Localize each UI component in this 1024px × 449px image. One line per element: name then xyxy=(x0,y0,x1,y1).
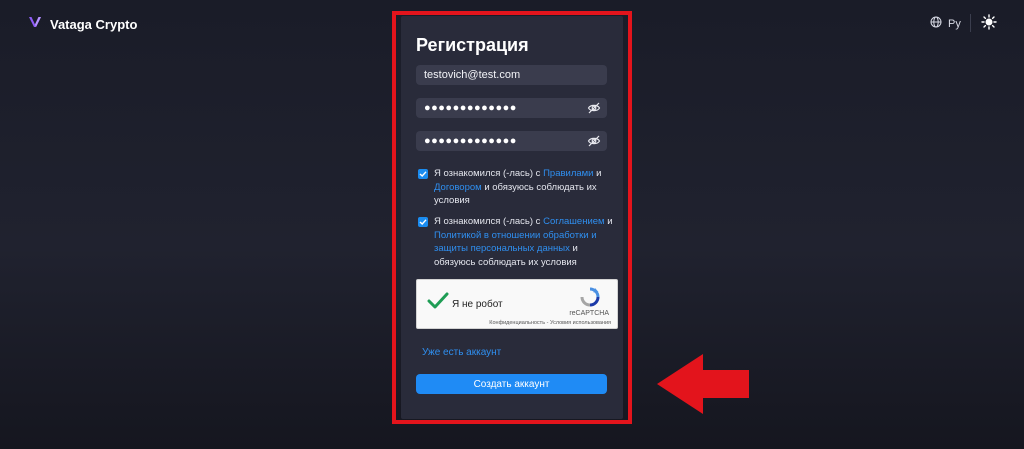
checkmark-icon xyxy=(427,292,449,309)
header-divider xyxy=(970,14,971,32)
password-mask: ●●●●●●●●●●●●● xyxy=(424,102,517,114)
page-title: Регистрация xyxy=(416,35,529,55)
agreement-link[interactable]: Соглашением xyxy=(543,216,605,227)
eye-off-icon[interactable] xyxy=(587,101,601,118)
recaptcha-widget: Я не робот reCAPTCHA Конфиденциальность … xyxy=(416,279,618,329)
confirm-password-mask: ●●●●●●●●●●●●● xyxy=(424,135,517,147)
agreement-privacy-text-mid: и xyxy=(604,216,613,227)
recaptcha-brand: reCAPTCHA xyxy=(569,310,609,317)
language-switcher[interactable]: Ру xyxy=(930,16,961,31)
create-account-button[interactable]: Создать аккаунт xyxy=(416,374,607,394)
theme-toggle[interactable] xyxy=(981,14,997,35)
brand-name: Vataga Crypto xyxy=(50,17,138,32)
agreement-rules-text-before: Я ознакомился (-лась) с xyxy=(434,168,544,179)
confirm-password-field[interactable]: ●●●●●●●●●●●●● xyxy=(416,131,607,151)
contract-link[interactable]: Договором xyxy=(434,182,482,193)
email-field[interactable] xyxy=(416,65,607,85)
eye-off-icon[interactable] xyxy=(587,134,601,151)
agreement-privacy-text: Я ознакомился (-лась) с Соглашением и По… xyxy=(434,215,613,269)
checkmark-icon xyxy=(419,171,427,177)
arrow-left-icon xyxy=(655,352,751,421)
agreement-privacy-row: Я ознакомился (-лась) с Соглашением и По… xyxy=(418,215,613,269)
checkmark-icon xyxy=(419,219,427,225)
sun-icon xyxy=(981,14,997,34)
vataga-logo-icon xyxy=(28,15,42,34)
agreement-rules-text-mid: и xyxy=(593,168,602,179)
agreement-rules-row: Я ознакомился (-лась) с Правилами и Дого… xyxy=(418,167,613,208)
agreement-privacy-checkbox[interactable] xyxy=(418,217,428,227)
recaptcha-links[interactable]: Конфиденциальность - Условия использован… xyxy=(489,320,611,326)
globe-icon xyxy=(930,16,942,31)
agreement-rules-checkbox[interactable] xyxy=(418,169,428,179)
recaptcha-logo-icon xyxy=(579,286,601,313)
rules-link[interactable]: Правилами xyxy=(543,168,593,179)
brand-logo[interactable]: Vataga Crypto xyxy=(28,15,137,34)
recaptcha-checkbox[interactable] xyxy=(427,292,449,315)
have-account-link[interactable]: Уже есть аккаунт xyxy=(422,347,501,358)
agreement-privacy-text-before: Я ознакомился (-лась) с xyxy=(434,216,544,227)
recaptcha-label: Я не робот xyxy=(452,299,503,310)
agreement-rules-text: Я ознакомился (-лась) с Правилами и Дого… xyxy=(434,167,613,208)
language-label: Ру xyxy=(948,17,961,30)
password-field[interactable]: ●●●●●●●●●●●●● xyxy=(416,98,607,118)
